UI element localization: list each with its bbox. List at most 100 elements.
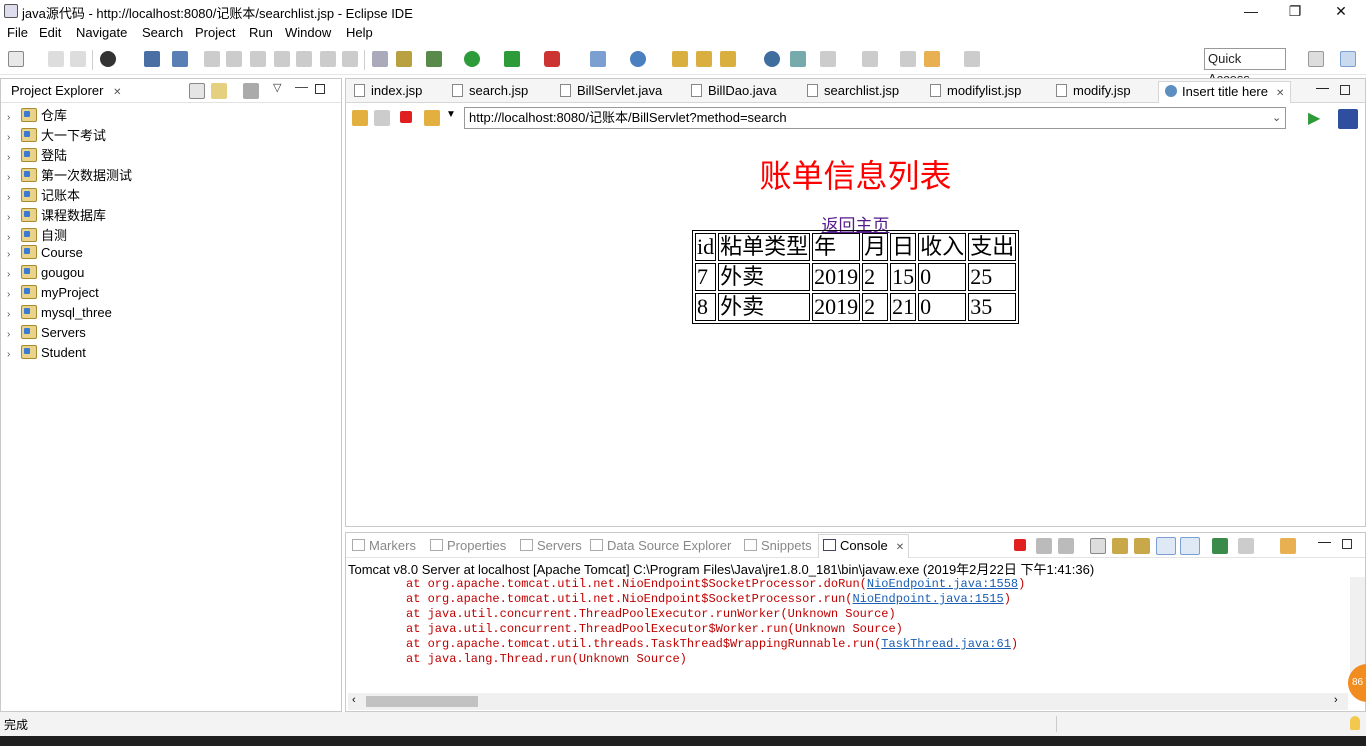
tab-billservlet-java[interactable]: BillServlet.java <box>560 81 662 103</box>
expand-chevron-icon[interactable]: › <box>7 249 17 260</box>
toggle-mark-icon[interactable] <box>396 51 412 67</box>
tree-item-project[interactable]: › Course <box>7 245 83 265</box>
tree-item-project[interactable]: › 课程数据库 <box>7 205 106 225</box>
view-menu-icon[interactable]: ▽ <box>273 81 281 94</box>
tab-modifylist-jsp[interactable]: modifylist.jsp <box>930 81 1021 103</box>
restore-button[interactable]: ❐ <box>1272 0 1318 22</box>
back-icon[interactable] <box>924 51 940 67</box>
tree-item-project[interactable]: › gougou <box>7 265 84 285</box>
open-type-icon[interactable] <box>672 51 688 67</box>
url-input[interactable]: http://localhost:8080/记账本/BillServlet?me… <box>464 107 1286 129</box>
open-perspective-icon[interactable] <box>1308 51 1324 67</box>
menu-file[interactable]: File <box>7 25 28 40</box>
tree-item-project[interactable]: › 仓库 <box>7 105 67 125</box>
maximize-view-icon[interactable] <box>315 84 325 94</box>
expand-chevron-icon[interactable]: › <box>7 132 17 143</box>
remove-launch-icon[interactable] <box>1036 538 1052 554</box>
minimize-view-icon[interactable]: — <box>295 79 308 94</box>
new-java-project-icon[interactable] <box>590 51 606 67</box>
close-window-button[interactable]: ✕ <box>1318 0 1364 22</box>
scroll-right-icon[interactable]: › <box>1334 694 1338 706</box>
tab-console[interactable]: Console ✕ <box>818 534 910 558</box>
tree-item-project[interactable]: › 大一下考试 <box>7 125 106 145</box>
tab-search-jsp[interactable]: search.jsp <box>452 81 528 103</box>
menu-navigate[interactable]: Navigate <box>76 25 127 40</box>
tree-item-project[interactable]: › 自测 <box>7 225 67 245</box>
link-editor-icon[interactable] <box>211 83 227 99</box>
project-explorer-tab[interactable]: Project Explorer ✕ <box>7 81 126 100</box>
scroll-left-icon[interactable]: ‹ <box>352 694 356 706</box>
browser-refresh-icon[interactable] <box>424 110 440 126</box>
go-icon[interactable]: ▶ <box>1308 108 1320 128</box>
expand-chevron-icon[interactable]: › <box>7 212 17 223</box>
minimize-button[interactable]: — <box>1228 0 1274 22</box>
prev-annotation-icon[interactable] <box>862 51 878 67</box>
menu-edit[interactable]: Edit <box>39 25 61 40</box>
stacktrace-link[interactable]: NioEndpoint.java:1515 <box>852 592 1003 606</box>
terminate-console-icon[interactable] <box>1014 539 1026 551</box>
minimize-editor-icon[interactable]: — <box>1316 80 1329 95</box>
tab-index-jsp[interactable]: index.jsp <box>354 81 422 103</box>
word-wrap-icon[interactable] <box>1134 538 1150 554</box>
debug-icon[interactable] <box>426 51 442 67</box>
tab-servers[interactable]: Servers <box>520 538 582 553</box>
git-icon[interactable] <box>100 51 116 67</box>
show-on-stdout-icon[interactable] <box>1156 537 1176 555</box>
maximize-console-icon[interactable] <box>1342 539 1352 549</box>
next-annotation-icon[interactable] <box>820 51 836 67</box>
save-all-icon[interactable] <box>70 51 86 67</box>
tab-insert-title-here[interactable]: Insert title here ✕ <box>1158 81 1292 103</box>
step-over-icon[interactable] <box>320 51 336 67</box>
tree-item-project[interactable]: › 第一次数据测试 <box>7 165 132 185</box>
clear-console-icon[interactable] <box>1090 538 1106 554</box>
close-icon[interactable]: ✕ <box>113 87 121 98</box>
expand-chevron-icon[interactable]: › <box>7 112 17 123</box>
close-console-icon[interactable]: ✕ <box>896 542 904 553</box>
collapse-all-icon[interactable] <box>189 83 205 99</box>
tab-snippets[interactable]: Snippets <box>744 538 812 553</box>
step-into-icon[interactable] <box>296 51 312 67</box>
refresh-dropdown-icon[interactable]: ▼ <box>446 109 456 120</box>
display-console-icon[interactable] <box>1238 538 1254 554</box>
java-ee-perspective-icon[interactable] <box>1340 51 1356 67</box>
search-tool-icon[interactable] <box>720 51 736 67</box>
expand-chevron-icon[interactable]: › <box>7 269 17 280</box>
scroll-lock-icon[interactable] <box>1112 538 1128 554</box>
browser-back-icon[interactable] <box>352 110 368 126</box>
forward-icon[interactable] <box>964 51 980 67</box>
new-class-icon[interactable] <box>630 51 646 67</box>
terminate-icon[interactable] <box>250 51 266 67</box>
disconnect-icon[interactable] <box>274 51 290 67</box>
minimize-console-icon[interactable]: — <box>1318 534 1331 549</box>
tab-modify-jsp[interactable]: modify.jsp <box>1056 81 1131 103</box>
tab-searchlist-jsp[interactable]: searchlist.jsp <box>807 81 899 103</box>
browser-icon[interactable] <box>764 51 780 67</box>
open-console-icon[interactable] <box>1280 538 1296 554</box>
expand-chevron-icon[interactable]: › <box>7 152 17 163</box>
tab-billdao-java[interactable]: BillDao.java <box>691 81 777 103</box>
tree-item-project[interactable]: › myProject <box>7 285 99 305</box>
console-horizontal-scrollbar[interactable]: ‹ › <box>348 693 1348 710</box>
pin-console-icon[interactable] <box>1212 538 1228 554</box>
save-icon[interactable] <box>48 51 64 67</box>
menu-search[interactable]: Search <box>142 25 183 40</box>
browser-stop-icon[interactable] <box>400 111 412 123</box>
open-resource-icon[interactable] <box>696 51 712 67</box>
show-on-stderr-icon[interactable] <box>1180 537 1200 555</box>
close-tab-icon[interactable]: ✕ <box>1276 88 1284 99</box>
quick-access-input[interactable]: Quick Access <box>1204 48 1286 86</box>
filter-icon[interactable] <box>243 83 259 99</box>
open-external-browser-icon[interactable] <box>1338 109 1358 129</box>
tree-item-project[interactable]: › Servers <box>7 325 86 345</box>
tab-properties[interactable]: Properties <box>430 538 506 553</box>
open-task-icon[interactable] <box>372 51 388 67</box>
suspend-icon[interactable] <box>226 51 242 67</box>
menu-window[interactable]: Window <box>285 25 331 40</box>
tree-item-project[interactable]: › 登陆 <box>7 145 67 165</box>
skip-breakpoints-icon[interactable] <box>172 51 188 67</box>
console-output[interactable]: at org.apache.tomcat.util.net.NioEndpoin… <box>346 577 1350 691</box>
expand-chevron-icon[interactable]: › <box>7 329 17 340</box>
tab-data-source-explorer[interactable]: Data Source Explorer <box>590 538 731 553</box>
new-icon[interactable] <box>8 51 24 67</box>
url-dropdown-icon[interactable]: ⌄ <box>1272 111 1281 124</box>
